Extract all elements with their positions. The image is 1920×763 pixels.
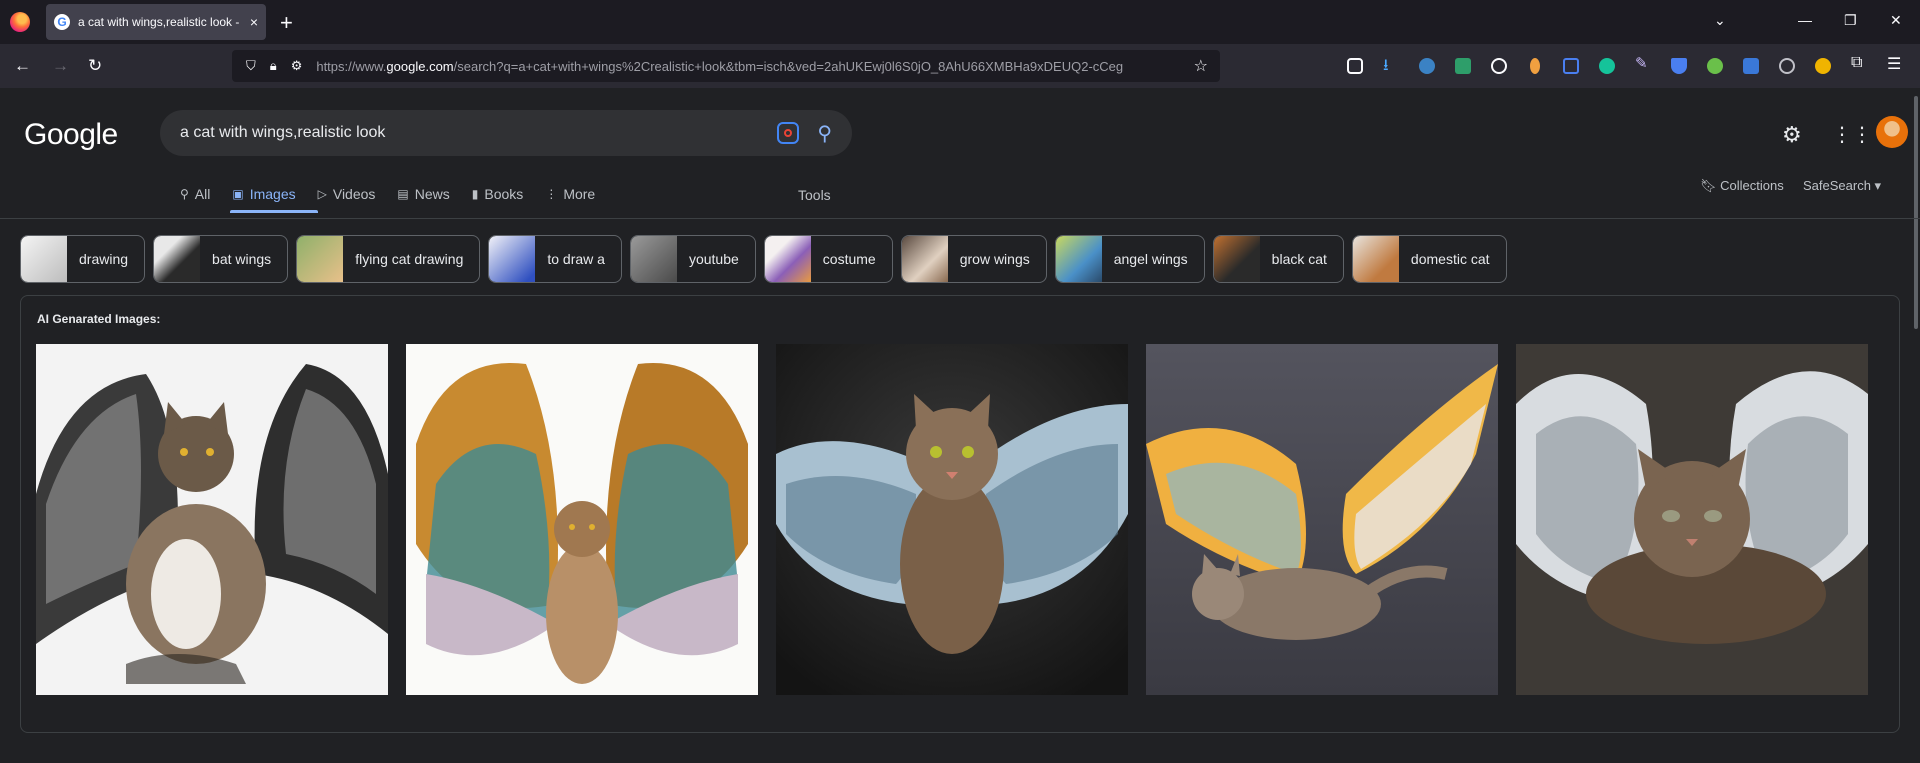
image-illustration: [36, 344, 388, 695]
chip-thumbnail: [21, 236, 67, 282]
search-tabs: ⚲ All ▣ Images ▷ Videos ▤ News ▮ Books ⋮ More: [180, 180, 617, 208]
extensions-puzzle-icon[interactable]: ⧉: [1851, 54, 1867, 71]
image-illustration: [776, 344, 1128, 695]
chip-angel-wings[interactable]: angel wings: [1054, 235, 1205, 283]
chip-thumbnail: [901, 236, 948, 282]
image-illustration: [1516, 344, 1868, 695]
search-icon[interactable]: ⚲: [817, 121, 832, 146]
news-icon: ▤: [397, 187, 409, 201]
active-tab-indicator: [230, 210, 318, 213]
extension-mail-icon[interactable]: [1455, 58, 1471, 74]
reload-icon[interactable]: ↻: [88, 56, 102, 76]
downloads-icon[interactable]: ⭳: [1383, 54, 1399, 74]
chip-thumbnail: [154, 236, 201, 282]
chip-thumbnail: [764, 236, 811, 282]
bookmark-star-icon[interactable]: ☆: [1194, 56, 1208, 76]
extension-calendar-icon[interactable]: [1743, 58, 1759, 74]
search-box[interactable]: a cat with wings,realistic look ⚲: [160, 110, 852, 156]
more-icon: ⋮: [545, 187, 558, 201]
related-chips: drawing bat wings flying cat drawing to …: [20, 235, 1507, 283]
google-favicon-icon: G: [54, 14, 70, 30]
address-bar[interactable]: ⛉ 🔒︎ ⚙ https://www.google.com/search?q=a…: [232, 50, 1220, 82]
tab-more[interactable]: ⋮ More: [545, 180, 595, 208]
tab-title: a cat with wings,realistic look -: [78, 15, 240, 29]
ai-image-gray-winged-cat[interactable]: [36, 344, 388, 695]
back-icon[interactable]: ←: [14, 56, 31, 76]
google-logo[interactable]: Google: [24, 118, 118, 152]
ai-section-title: AI Genarated Images:: [37, 312, 161, 326]
shield-icon[interactable]: ⛉: [246, 58, 256, 74]
lock-icon[interactable]: 🔒︎: [270, 58, 277, 74]
chip-thumbnail: [630, 236, 677, 282]
chip-thumbnail: [1352, 236, 1399, 282]
pocket-icon[interactable]: [1347, 58, 1363, 74]
chip-to-draw-a[interactable]: to draw a: [488, 235, 622, 283]
chip-thumbnail: [1213, 236, 1260, 282]
bitwarden-icon[interactable]: [1671, 58, 1687, 74]
play-icon: ▷: [317, 187, 327, 201]
chip-domestic-cat[interactable]: domestic cat: [1351, 235, 1507, 283]
extension-capsule-icon[interactable]: [1530, 58, 1540, 74]
restore-icon[interactable]: ❐: [1844, 12, 1857, 29]
extension-sync-icon[interactable]: [1707, 58, 1723, 74]
google-page: Google a cat with wings,realistic look ⚲…: [0, 88, 1920, 763]
search-input[interactable]: a cat with wings,realistic look: [180, 124, 777, 142]
extension-globe-icon[interactable]: [1419, 58, 1435, 74]
collections-button[interactable]: 🔖︎ Collections: [1700, 178, 1784, 194]
ai-image-resting-winged-cat[interactable]: [1516, 344, 1868, 695]
google-lens-icon[interactable]: [777, 122, 800, 144]
safesearch-button[interactable]: SafeSearch ▾: [1803, 178, 1881, 194]
browser-tab-bar: G a cat with wings,realistic look - × + …: [0, 0, 1920, 44]
image-icon: ▣: [232, 187, 244, 201]
bookmark-icon: 🔖︎: [1700, 178, 1721, 193]
extension-crop-icon[interactable]: [1563, 58, 1579, 74]
chip-thumbnail: [1055, 236, 1102, 282]
url-text[interactable]: https://www.google.com/search?q=a+cat+wi…: [316, 59, 1176, 74]
extension-alarm-icon[interactable]: [1779, 58, 1795, 74]
browser-tab[interactable]: G a cat with wings,realistic look - ×: [46, 4, 266, 40]
ai-images-section: AI Genarated Images:: [20, 295, 1900, 733]
header-divider: [0, 218, 1920, 219]
chip-youtube[interactable]: youtube: [629, 235, 756, 283]
firefox-logo-icon[interactable]: [10, 12, 30, 32]
chip-costume[interactable]: costume: [763, 235, 893, 283]
permissions-icon[interactable]: ⚙: [291, 58, 303, 74]
minimize-icon[interactable]: —: [1798, 12, 1812, 28]
image-illustration: [406, 344, 758, 695]
search-icon: ⚲: [180, 187, 189, 201]
tab-videos[interactable]: ▷ Videos: [318, 180, 376, 208]
new-tab-button[interactable]: +: [280, 10, 293, 36]
page-scrollbar[interactable]: [1914, 96, 1918, 329]
tab-news[interactable]: ▤ News: [397, 180, 449, 208]
list-all-tabs-icon[interactable]: ⌄: [1714, 12, 1726, 29]
ai-image-golden-winged-cat[interactable]: [406, 344, 758, 695]
ai-image-flying-winged-cat[interactable]: [1146, 344, 1498, 695]
forward-icon[interactable]: →: [52, 56, 69, 76]
chip-black-cat[interactable]: black cat: [1212, 235, 1344, 283]
chip-bat-wings[interactable]: bat wings: [153, 235, 289, 283]
chip-thumbnail: [489, 236, 536, 282]
extension-cookie-icon[interactable]: [1491, 58, 1507, 74]
extension-pen-icon[interactable]: ✎: [1635, 54, 1651, 72]
chip-grow-wings[interactable]: grow wings: [900, 235, 1047, 283]
grammarly-icon[interactable]: [1599, 58, 1615, 74]
tab-books[interactable]: ▮ Books: [472, 180, 524, 208]
image-illustration: [1146, 344, 1498, 695]
tools-button[interactable]: Tools: [798, 187, 831, 203]
ai-image-tabby-winged-cat[interactable]: [776, 344, 1128, 695]
settings-gear-icon[interactable]: ⚙: [1782, 122, 1802, 148]
book-icon: ▮: [471, 187, 479, 201]
chip-flying-cat-drawing[interactable]: flying cat drawing: [296, 235, 481, 283]
chip-thumbnail: [297, 236, 344, 282]
close-tab-icon[interactable]: ×: [250, 14, 258, 30]
chip-drawing[interactable]: drawing: [20, 235, 146, 283]
menu-hamburger-icon[interactable]: ☰: [1887, 54, 1903, 73]
tab-images[interactable]: ▣ Images: [232, 180, 295, 208]
close-window-icon[interactable]: ✕: [1890, 12, 1902, 29]
browser-nav-bar: ← → ↻ ⛉ 🔒︎ ⚙ https://www.google.com/sear…: [0, 44, 1920, 88]
tab-all[interactable]: ⚲ All: [180, 180, 210, 208]
extension-coin-icon[interactable]: [1815, 58, 1831, 74]
account-avatar[interactable]: [1876, 116, 1908, 148]
